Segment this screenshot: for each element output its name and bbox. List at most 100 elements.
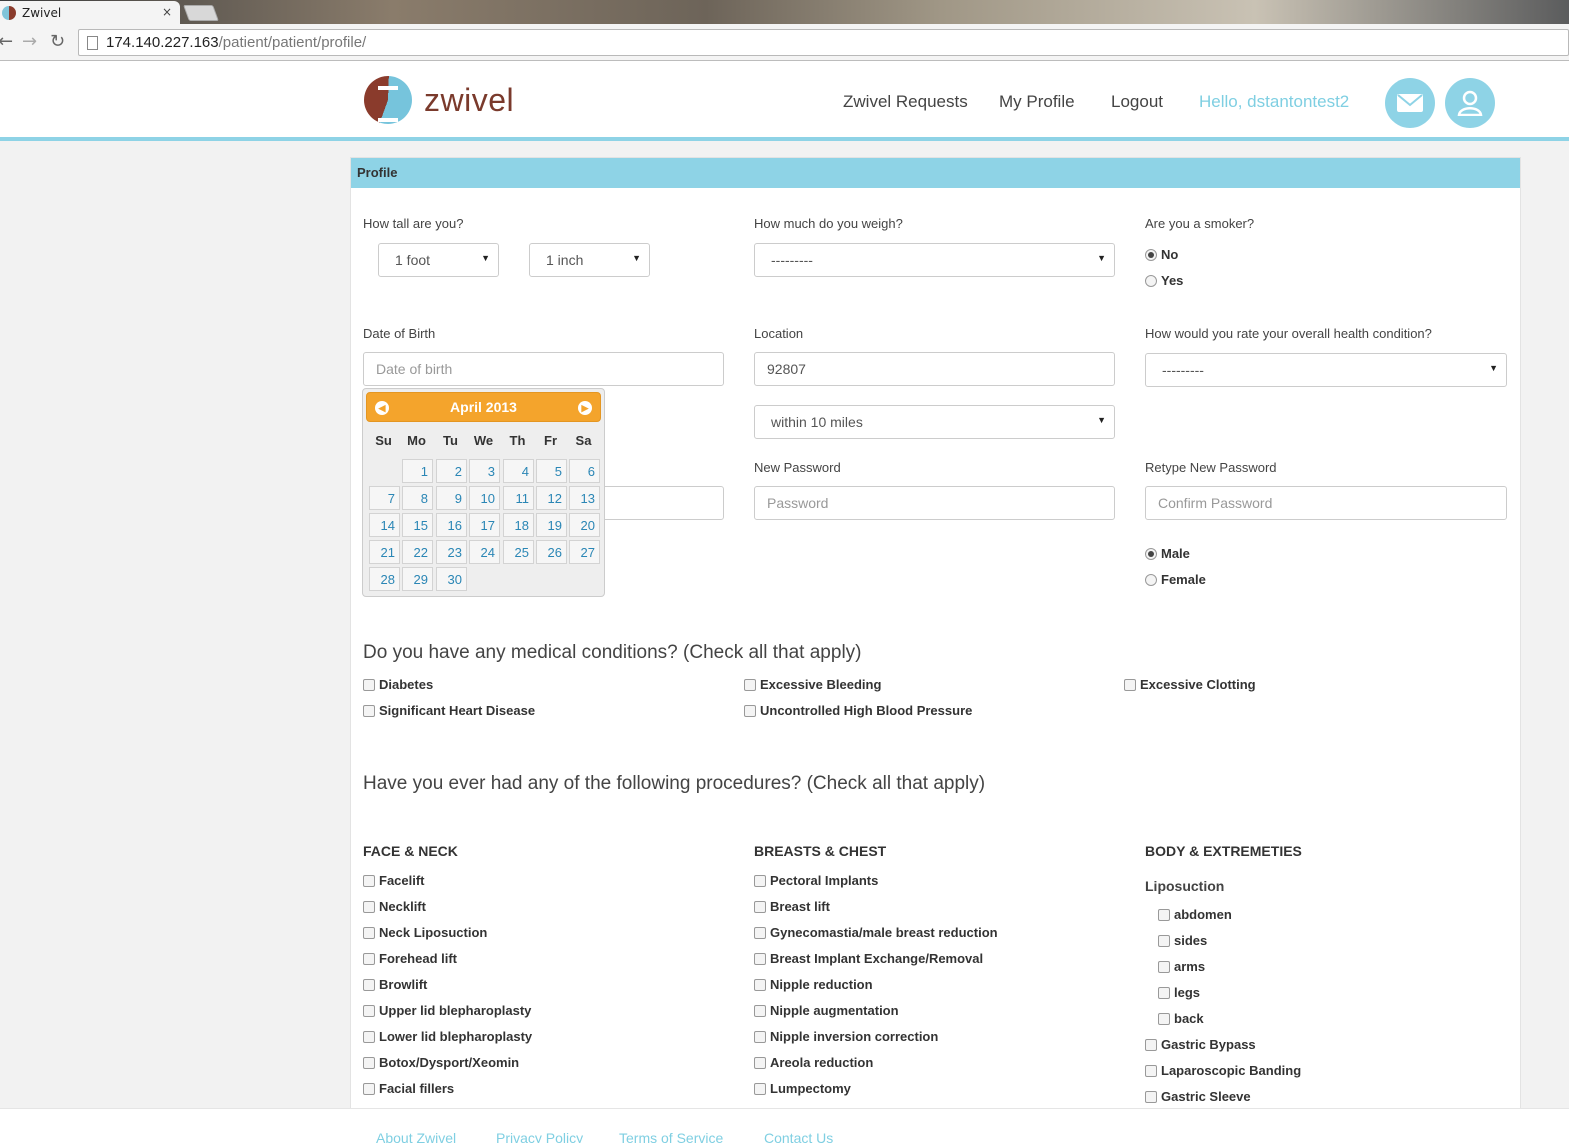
retype-password-input[interactable]: Confirm Password	[1145, 486, 1507, 520]
location-input[interactable]: 92807	[754, 352, 1115, 386]
user-greeting[interactable]: Hello, dstantontest2	[1199, 92, 1349, 112]
calendar-day[interactable]: 12	[536, 486, 567, 510]
condition-excessive-clotting[interactable]: Excessive Clotting	[1124, 677, 1256, 692]
new-tab-button[interactable]	[183, 5, 219, 21]
messages-button[interactable]	[1385, 78, 1435, 128]
calendar-day[interactable]: 16	[436, 513, 467, 537]
footer-terms-link[interactable]: Terms of Service	[619, 1130, 723, 1143]
calendar-day[interactable]: 19	[536, 513, 567, 537]
calendar-day[interactable]: 26	[536, 540, 567, 564]
condition-excessive-bleeding[interactable]: Excessive Bleeding	[744, 677, 881, 692]
procedure-breasts-chest-item[interactable]: Pectoral Implants	[754, 873, 878, 888]
procedure-breasts-chest-item[interactable]: Lumpectomy	[754, 1081, 851, 1096]
smoker-yes-radio[interactable]: Yes	[1145, 273, 1183, 288]
liposuction-area-item[interactable]: sides	[1158, 933, 1207, 948]
procedure-face-neck-item[interactable]: Necklift	[363, 899, 426, 914]
procedure-face-neck-item[interactable]: Lower lid blepharoplasty	[363, 1029, 532, 1044]
calendar-day[interactable]: 22	[402, 540, 433, 564]
calendar-day[interactable]: 2	[436, 459, 467, 483]
procedure-face-neck-item[interactable]: Botox/Dysport/Xeomin	[363, 1055, 519, 1070]
procedure-breasts-chest-item[interactable]: Gynecomastia/male breast reduction	[754, 925, 998, 940]
next-month-icon[interactable]: ▶	[578, 401, 592, 415]
footer-privacy-link[interactable]: Privacy Policy	[496, 1130, 583, 1143]
procedure-face-neck-item[interactable]: Facial fillers	[363, 1081, 454, 1096]
liposuction-area-item[interactable]: legs	[1158, 985, 1200, 1000]
condition-diabetes[interactable]: Diabetes	[363, 677, 433, 692]
nav-logout[interactable]: Logout	[1111, 92, 1163, 112]
checkbox-icon	[363, 978, 375, 991]
zwivel-logo[interactable]: zwivel	[364, 76, 514, 124]
reload-icon[interactable]: ↻	[50, 32, 65, 52]
footer-contact-link[interactable]: Contact Us	[764, 1130, 833, 1143]
procedure-breasts-chest-item[interactable]: Nipple augmentation	[754, 1003, 899, 1018]
procedure-body-item[interactable]: Laparoscopic Banding	[1145, 1063, 1301, 1078]
procedure-breasts-chest-item[interactable]: Breast Implant Exchange/Removal	[754, 951, 983, 966]
radius-select[interactable]: within 10 miles ▼	[754, 405, 1115, 439]
liposuction-area-item[interactable]: back	[1158, 1011, 1204, 1026]
calendar-day[interactable]: 27	[569, 540, 600, 564]
health-select[interactable]: --------- ▼	[1145, 353, 1507, 387]
procedure-face-neck-item[interactable]: Upper lid blepharoplasty	[363, 1003, 531, 1018]
calendar-day[interactable]: 14	[369, 513, 400, 537]
smoker-no-radio[interactable]: No	[1145, 247, 1178, 262]
procedure-breasts-chest-item[interactable]: Breast lift	[754, 899, 830, 914]
weight-select[interactable]: --------- ▼	[754, 243, 1115, 277]
procedure-face-neck-item[interactable]: Forehead lift	[363, 951, 457, 966]
calendar-day[interactable]: 1	[402, 459, 433, 483]
calendar-day[interactable]: 6	[569, 459, 600, 483]
nav-my-profile[interactable]: My Profile	[999, 92, 1075, 112]
height-feet-select[interactable]: 1 foot ▼	[378, 243, 499, 277]
nav-zwivel-requests[interactable]: Zwivel Requests	[843, 92, 968, 112]
calendar-day[interactable]: 30	[436, 567, 467, 591]
address-bar[interactable]: 174.140.227.163/patient/patient/profile/	[78, 29, 1569, 56]
procedure-breasts-chest-item[interactable]: Nipple inversion correction	[754, 1029, 938, 1044]
calendar-day[interactable]: 17	[469, 513, 500, 537]
condition-high-blood-pressure[interactable]: Uncontrolled High Blood Pressure	[744, 703, 972, 718]
dob-input[interactable]: Date of birth	[363, 352, 724, 386]
back-icon[interactable]: ←	[0, 32, 13, 52]
browser-tab[interactable]: Zwivel ×	[0, 1, 180, 24]
calendar-day[interactable]: 18	[503, 513, 534, 537]
calendar-day[interactable]: 11	[503, 486, 534, 510]
calendar-day[interactable]: 20	[569, 513, 600, 537]
calendar-day[interactable]: 13	[569, 486, 600, 510]
calendar-day[interactable]: 5	[536, 459, 567, 483]
liposuction-area-item[interactable]: arms	[1158, 959, 1205, 974]
procedure-breasts-chest-item[interactable]: Nipple reduction	[754, 977, 873, 992]
footer-about-link[interactable]: About Zwivel	[376, 1130, 456, 1143]
calendar-day[interactable]: 8	[402, 486, 433, 510]
liposuction-area-item[interactable]: abdomen	[1158, 907, 1232, 922]
prev-month-icon[interactable]: ◀	[375, 401, 389, 415]
profile-button[interactable]	[1445, 78, 1495, 128]
gender-female-radio[interactable]: Female	[1145, 572, 1206, 587]
calendar-day[interactable]: 25	[503, 540, 534, 564]
forward-icon[interactable]: →	[22, 32, 37, 52]
close-tab-icon[interactable]: ×	[162, 5, 172, 19]
calendar-day[interactable]: 7	[369, 486, 400, 510]
height-inches-select[interactable]: 1 inch ▼	[529, 243, 650, 277]
checkbox-icon	[363, 1004, 375, 1017]
calendar-day[interactable]: 28	[369, 567, 400, 591]
procedure-face-neck-item[interactable]: Neck Liposuction	[363, 925, 487, 940]
calendar-day[interactable]: 21	[369, 540, 400, 564]
calendar-day[interactable]: 3	[469, 459, 500, 483]
calendar-day[interactable]: 4	[503, 459, 534, 483]
gender-male-radio[interactable]: Male	[1145, 546, 1190, 561]
procedure-body-item[interactable]: Gastric Bypass	[1145, 1037, 1256, 1052]
procedure-breasts-chest-item[interactable]: Areola reduction	[754, 1055, 873, 1070]
procedure-label: Pectoral Implants	[770, 873, 879, 888]
procedure-face-neck-item[interactable]: Facelift	[363, 873, 425, 888]
procedure-face-neck-item[interactable]: Browlift	[363, 977, 427, 992]
procedure-label: Upper lid blepharoplasty	[379, 1003, 532, 1018]
condition-heart-disease[interactable]: Significant Heart Disease	[363, 703, 535, 718]
calendar-day[interactable]: 10	[469, 486, 500, 510]
health-label: How would you rate your overall health c…	[1145, 326, 1432, 341]
calendar-day[interactable]: 15	[402, 513, 433, 537]
new-password-input[interactable]: Password	[754, 486, 1115, 520]
calendar-day[interactable]: 24	[469, 540, 500, 564]
calendar-day[interactable]: 23	[436, 540, 467, 564]
calendar-day[interactable]: 29	[402, 567, 433, 591]
calendar-day[interactable]: 9	[436, 486, 467, 510]
procedure-body-item[interactable]: Gastric Sleeve	[1145, 1089, 1251, 1104]
dropdown-arrow-icon: ▼	[1489, 363, 1498, 373]
